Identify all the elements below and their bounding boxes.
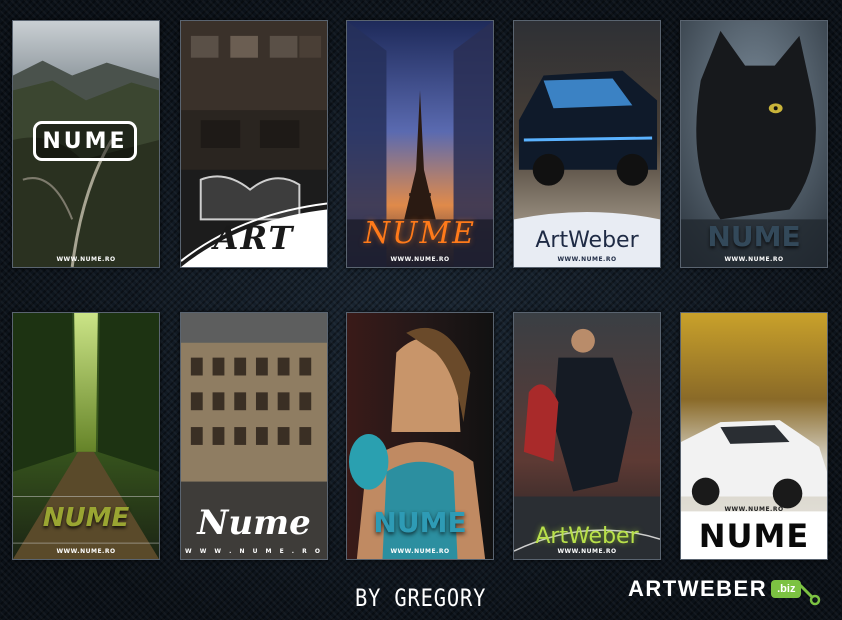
card-logo-text: ART	[213, 219, 295, 257]
card-logo-text: NUME	[363, 216, 477, 251]
card-logo-text: ArtWeber	[535, 228, 639, 253]
card-logo-text: NUME	[42, 128, 128, 154]
card-eiffel[interactable]: NUME WWW.NUME.RO	[346, 20, 494, 268]
brand-name: ARTWEBER	[628, 576, 768, 601]
card-logo-text: NUME	[373, 506, 467, 539]
card-building[interactable]: Nume W W W . N U M E . R O	[180, 312, 328, 560]
card-graffiti[interactable]: ART	[180, 20, 328, 268]
card-url: WWW.NUME.RO	[724, 256, 784, 263]
artweber-brand-logo[interactable]: ARTWEBER .biz	[628, 576, 821, 606]
link-chain-icon	[799, 584, 821, 606]
card-logo-box: NUME	[33, 121, 137, 161]
card-logo-text: NUME	[42, 503, 130, 533]
card-footballer[interactable]: ArtWeber WWW.NUME.RO	[513, 312, 661, 560]
card-url: WWW.NUME.RO	[557, 256, 617, 263]
card-logo-text: ArtWeber	[535, 524, 639, 549]
card-url: WWW.NUME.RO	[56, 548, 116, 555]
card-url: WWW.NUME.RO	[724, 506, 784, 513]
card-mountain-road[interactable]: NUME WWW.NUME.RO	[12, 20, 160, 268]
card-url: W W W . N U M E . R O	[185, 548, 323, 555]
author-credit: BY GREGORY	[355, 584, 487, 612]
card-forest-road[interactable]: NUME WWW.NUME.RO	[12, 312, 160, 560]
card-url: WWW.NUME.RO	[56, 256, 116, 263]
card-rally-car[interactable]: ArtWeber WWW.NUME.RO	[513, 20, 661, 268]
brand-tld-text: .biz	[777, 583, 796, 595]
card-boxer-girl[interactable]: NUME WWW.NUME.RO	[346, 312, 494, 560]
card-url: WWW.NUME.RO	[390, 548, 450, 555]
card-url: WWW.NUME.RO	[557, 548, 617, 555]
card-logo-text: Nume	[197, 503, 311, 543]
card-black-cat[interactable]: NUME WWW.NUME.RO	[680, 20, 828, 268]
card-url: WWW.NUME.RO	[390, 256, 450, 263]
card-white-car[interactable]: WWW.NUME.RO NUME	[680, 312, 828, 560]
card-logo-text: NUME	[698, 517, 810, 555]
footballer-image	[514, 313, 660, 559]
card-logo-text: NUME	[707, 220, 801, 253]
